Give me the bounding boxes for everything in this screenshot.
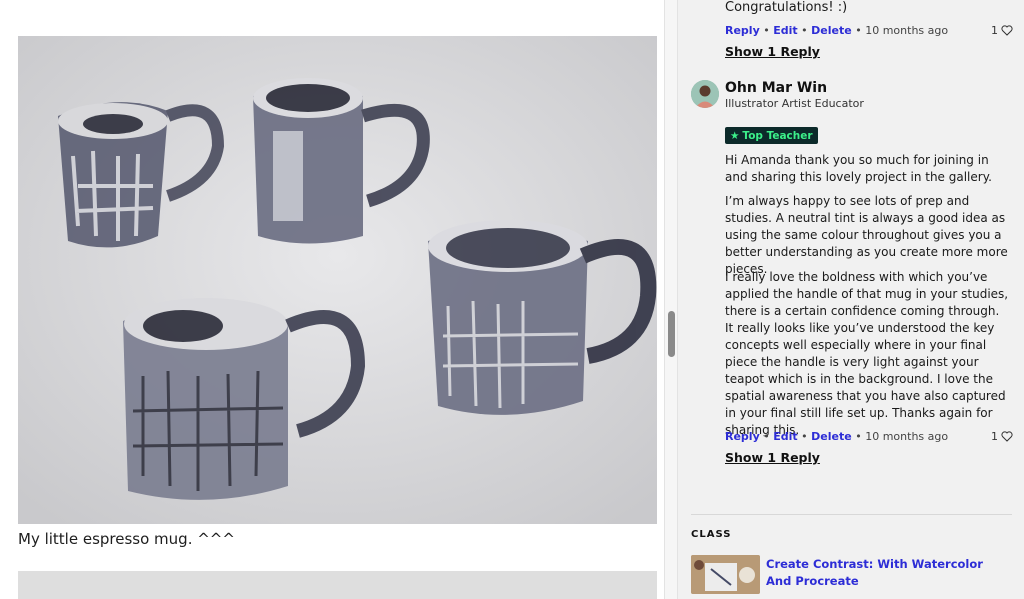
like-count: 1 <box>991 24 998 37</box>
previous-comment-actions: Reply • Edit • Delete • 10 months ago <box>725 24 948 37</box>
project-caption: My little espresso mug. ^^^ <box>18 530 235 548</box>
previous-comment-text: Congratulations! :) <box>725 0 848 15</box>
comment-author-role: Illustrator Artist Educator <box>725 97 864 110</box>
separator: • <box>855 24 862 37</box>
like-count: 1 <box>991 430 998 443</box>
star-icon: ★ <box>730 129 740 142</box>
badge-label: Top Teacher <box>742 129 813 142</box>
comment-author-name[interactable]: Ohn Mar Win <box>725 80 827 96</box>
scrollbar-thumb[interactable] <box>668 311 675 357</box>
comment-timestamp: 10 months ago <box>865 24 949 37</box>
delete-link[interactable]: Delete <box>811 430 852 443</box>
comments-panel: Congratulations! :) Reply • Edit • Delet… <box>678 0 1024 599</box>
comment-paragraph: I really love the boldness with which yo… <box>725 270 1009 437</box>
class-section-label: CLASS <box>691 529 732 540</box>
like-button[interactable]: 1 <box>991 430 1013 443</box>
user-avatar-icon <box>691 80 719 108</box>
heart-icon <box>1001 25 1013 36</box>
separator: • <box>763 24 770 37</box>
next-project-image <box>18 571 657 599</box>
project-artwork-image <box>18 36 657 524</box>
separator: • <box>763 430 770 443</box>
class-title-link[interactable]: Create Contrast: With Watercolor And Pro… <box>766 556 1006 590</box>
heart-icon <box>1001 431 1013 442</box>
top-teacher-badge: ★ Top Teacher <box>725 127 818 144</box>
comment-paragraph: Hi Amanda thank you so much for joining … <box>725 153 992 184</box>
separator: • <box>801 24 808 37</box>
avatar[interactable] <box>691 80 719 108</box>
comment-paragraph: I’m always happy to see lots of prep and… <box>725 194 1008 276</box>
teacher-comment-actions: Reply • Edit • Delete • 10 months ago <box>725 430 948 443</box>
section-divider <box>691 514 1012 515</box>
class-thumbnail-image <box>691 555 760 594</box>
edit-link[interactable]: Edit <box>773 430 797 443</box>
class-thumbnail[interactable] <box>691 555 760 594</box>
project-content: My little espresso mug. ^^^ <box>0 0 664 599</box>
like-button[interactable]: 1 <box>991 24 1013 37</box>
reply-link[interactable]: Reply <box>725 430 760 443</box>
comment-timestamp: 10 months ago <box>865 430 949 443</box>
edit-link[interactable]: Edit <box>773 24 797 37</box>
separator: • <box>855 430 862 443</box>
panel-divider-scrollbar[interactable] <box>664 0 678 599</box>
reply-link[interactable]: Reply <box>725 24 760 37</box>
delete-link[interactable]: Delete <box>811 24 852 37</box>
separator: • <box>801 430 808 443</box>
show-replies-button[interactable]: Show 1 Reply <box>725 44 820 59</box>
show-replies-button[interactable]: Show 1 Reply <box>725 450 820 465</box>
